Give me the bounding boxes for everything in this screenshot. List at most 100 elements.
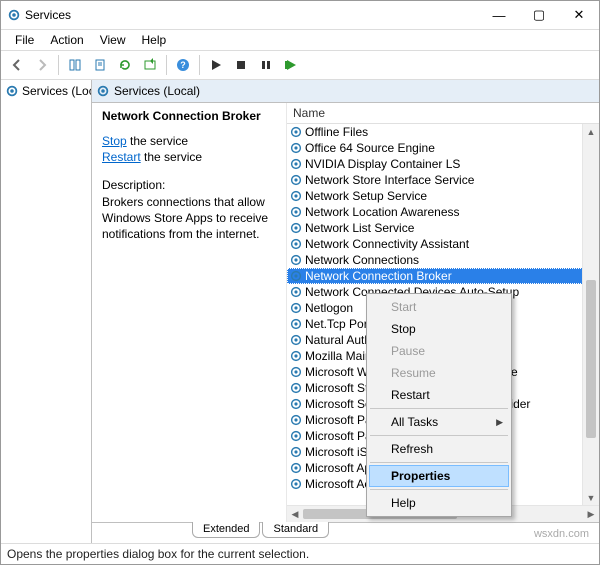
submenu-arrow-icon: ▶ xyxy=(496,417,503,428)
service-name: Network Setup Service xyxy=(305,189,427,203)
back-button[interactable] xyxy=(5,53,29,77)
pause-service-button[interactable] xyxy=(254,53,278,77)
window-buttons: — ▢ ✕ xyxy=(479,1,599,29)
service-name: Network List Service xyxy=(305,221,414,235)
start-service-button[interactable] xyxy=(204,53,228,77)
stop-service-button[interactable] xyxy=(229,53,253,77)
service-name: Network Connections xyxy=(305,253,419,267)
service-gear-icon xyxy=(289,157,303,171)
menu-help[interactable]: Help xyxy=(134,31,175,49)
ctx-help[interactable]: Help xyxy=(369,492,509,514)
tab-standard[interactable]: Standard xyxy=(262,522,329,538)
services-icon xyxy=(96,84,110,98)
ctx-alltasks-label: All Tasks xyxy=(391,415,438,429)
menu-action[interactable]: Action xyxy=(42,31,91,49)
toolbar-separator xyxy=(199,55,200,75)
ctx-alltasks[interactable]: All Tasks ▶ xyxy=(369,411,509,433)
menu-separator xyxy=(370,435,508,436)
column-header-name[interactable]: Name xyxy=(287,103,599,124)
menubar: File Action View Help xyxy=(1,30,599,50)
service-gear-icon xyxy=(289,269,303,283)
restart-service-button[interactable] xyxy=(279,53,303,77)
service-row[interactable]: Network List Service xyxy=(287,220,599,236)
selected-service-title: Network Connection Broker xyxy=(102,109,276,123)
stop-link[interactable]: Stop xyxy=(102,134,127,148)
service-description: Description: Brokers connections that al… xyxy=(102,177,276,242)
window-title: Services xyxy=(21,8,479,22)
ctx-pause[interactable]: Pause xyxy=(369,340,509,362)
service-gear-icon xyxy=(289,173,303,187)
content-split: Network Connection Broker Stop the servi… xyxy=(92,103,599,523)
ctx-stop[interactable]: Stop xyxy=(369,318,509,340)
service-row[interactable]: Network Store Interface Service xyxy=(287,172,599,188)
services-window: Services — ▢ ✕ File Action View Help ? xyxy=(0,0,600,565)
svg-text:?: ? xyxy=(180,60,186,70)
close-button[interactable]: ✕ xyxy=(559,1,599,29)
service-name: NVIDIA Display Container LS xyxy=(305,157,460,171)
status-text: Opens the properties dialog box for the … xyxy=(7,547,309,561)
services-app-icon xyxy=(7,8,21,22)
service-gear-icon xyxy=(289,397,303,411)
forward-button[interactable] xyxy=(30,53,54,77)
service-actions: Stop the service Restart the service xyxy=(102,133,276,165)
menu-file[interactable]: File xyxy=(7,31,42,49)
service-row[interactable]: Network Connectivity Assistant xyxy=(287,236,599,252)
ctx-properties-label: Properties xyxy=(391,469,450,483)
service-gear-icon xyxy=(289,429,303,443)
service-name: Network Store Interface Service xyxy=(305,173,474,187)
scroll-thumb[interactable] xyxy=(586,280,596,438)
export-list-button[interactable] xyxy=(138,53,162,77)
service-row[interactable]: NVIDIA Display Container LS xyxy=(287,156,599,172)
menu-view[interactable]: View xyxy=(92,31,134,49)
tree-root-services[interactable]: Services (Local) xyxy=(1,82,91,100)
minimize-button[interactable]: — xyxy=(479,1,519,29)
ctx-resume[interactable]: Resume xyxy=(369,362,509,384)
menu-separator xyxy=(370,462,508,463)
tab-extended[interactable]: Extended xyxy=(192,522,260,538)
service-name: Network Connection Broker xyxy=(305,269,452,283)
show-hide-tree-button[interactable] xyxy=(63,53,87,77)
scroll-down-icon[interactable]: ▼ xyxy=(583,490,599,506)
service-name: Netlogon xyxy=(305,301,353,315)
service-gear-icon xyxy=(289,141,303,155)
service-gear-icon xyxy=(289,253,303,267)
service-gear-icon xyxy=(289,477,303,491)
service-row[interactable]: Office 64 Source Engine xyxy=(287,140,599,156)
service-name: Office 64 Source Engine xyxy=(305,141,435,155)
refresh-button[interactable] xyxy=(113,53,137,77)
service-row[interactable]: Offline Files xyxy=(287,124,599,140)
content-header: Services (Local) xyxy=(92,80,599,103)
service-row[interactable]: Network Setup Service xyxy=(287,188,599,204)
service-gear-icon xyxy=(289,237,303,251)
ctx-start[interactable]: Start xyxy=(369,296,509,318)
description-label: Description: xyxy=(102,177,276,193)
service-gear-icon xyxy=(289,381,303,395)
description-text: Brokers connections that allow Windows S… xyxy=(102,194,276,243)
service-gear-icon xyxy=(289,285,303,299)
service-row[interactable]: Network Location Awareness xyxy=(287,204,599,220)
service-gear-icon xyxy=(289,333,303,347)
service-gear-icon xyxy=(289,317,303,331)
restart-link[interactable]: Restart xyxy=(102,150,141,164)
service-gear-icon xyxy=(289,205,303,219)
scroll-left-icon[interactable]: ◀ xyxy=(287,506,303,522)
service-gear-icon xyxy=(289,365,303,379)
vertical-scrollbar[interactable]: ▲ ▼ xyxy=(582,124,599,506)
service-name: Network Location Awareness xyxy=(305,205,460,219)
properties-button[interactable] xyxy=(88,53,112,77)
maximize-button[interactable]: ▢ xyxy=(519,1,559,29)
ctx-properties[interactable]: Properties xyxy=(369,465,509,487)
service-gear-icon xyxy=(289,445,303,459)
service-row[interactable]: Network Connections xyxy=(287,252,599,268)
scroll-track[interactable] xyxy=(583,140,599,490)
ctx-refresh[interactable]: Refresh xyxy=(369,438,509,460)
service-gear-icon xyxy=(289,221,303,235)
service-gear-icon xyxy=(289,301,303,315)
scroll-up-icon[interactable]: ▲ xyxy=(583,124,599,140)
help-button[interactable]: ? xyxy=(171,53,195,77)
service-gear-icon xyxy=(289,461,303,475)
scroll-right-icon[interactable]: ▶ xyxy=(583,506,599,522)
tree-root-label: Services (Local) xyxy=(22,84,92,98)
service-row[interactable]: Network Connection Broker xyxy=(287,268,599,284)
ctx-restart[interactable]: Restart xyxy=(369,384,509,406)
